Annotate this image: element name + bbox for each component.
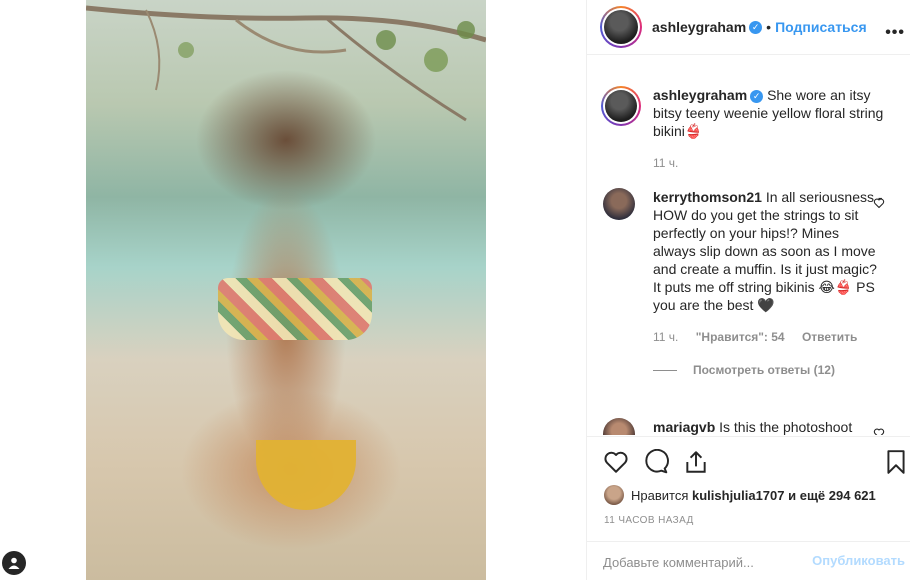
comment-input[interactable] <box>603 553 803 571</box>
add-comment-bar: Опубликовать <box>587 541 910 582</box>
verified-badge-icon: ✓ <box>750 89 764 103</box>
replies-divider <box>653 369 677 371</box>
branches-decoration <box>86 5 486 122</box>
separator-dot: • <box>766 19 772 35</box>
comments-list: ashleygraham ✓ She wore an itsy bitsy tee… <box>587 70 910 435</box>
like-heart-icon[interactable] <box>603 449 629 475</box>
comment-time: 11 ч. <box>653 330 679 344</box>
photo-detail-bottom <box>256 440 356 510</box>
comment-likes[interactable]: "Нравится": 54 <box>696 330 785 344</box>
verified-badge-icon: ✓ <box>749 21 763 35</box>
follow-button[interactable]: Подписаться <box>775 19 867 35</box>
caption-author-avatar[interactable] <box>601 86 641 126</box>
more-options-icon[interactable]: ••• <box>885 24 905 42</box>
commenter-avatar[interactable] <box>603 188 635 220</box>
share-icon[interactable] <box>683 449 709 475</box>
likes-prefix: Нравится <box>631 487 689 503</box>
bookmark-icon[interactable] <box>883 449 909 475</box>
post-photo[interactable] <box>86 0 486 580</box>
comment-like-heart-icon[interactable] <box>873 197 885 209</box>
likes-count[interactable]: и ещё 294 621 <box>788 488 876 503</box>
likes-summary: Нравится kulishjulia1707 и ещё 294 621 <box>604 485 876 505</box>
post-actions: Нравится kulishjulia1707 и ещё 294 621 1… <box>587 436 910 581</box>
post-timestamp[interactable]: 11 ЧАСОВ НАЗАД <box>604 515 694 526</box>
comment-text: Is this the photoshoot <box>719 419 853 435</box>
post-header: ashleygraham ✓ • Подписаться ••• <box>587 0 910 55</box>
liker-avatar[interactable] <box>604 485 624 505</box>
tagged-people-icon[interactable] <box>2 551 26 575</box>
author-avatar[interactable] <box>600 6 642 48</box>
post-side-panel: ashleygraham ✓ • Подписаться ••• ashleygrah… <box>586 0 910 580</box>
comment-like-heart-icon[interactable] <box>873 427 885 435</box>
caption-username[interactable]: ashleygraham <box>653 87 747 103</box>
liker-username[interactable]: kulishjulia1707 <box>692 488 785 503</box>
reply-button[interactable]: Ответить <box>802 330 857 344</box>
comment-bubble-icon[interactable] <box>643 449 669 475</box>
publish-button[interactable]: Опубликовать <box>812 553 905 568</box>
commenter-username[interactable]: kerrythomson21 <box>653 189 762 205</box>
author-username[interactable]: ashleygraham <box>652 19 746 35</box>
commenter-username[interactable]: mariagvb <box>653 419 715 435</box>
photo-detail-top <box>218 278 372 340</box>
comment-text: In all seriousness - HOW do you get the … <box>653 189 883 313</box>
commenter-avatar[interactable] <box>603 418 635 435</box>
caption-time: 11 ч. <box>653 156 679 170</box>
view-replies-button[interactable]: Посмотреть ответы (12) <box>693 361 835 379</box>
